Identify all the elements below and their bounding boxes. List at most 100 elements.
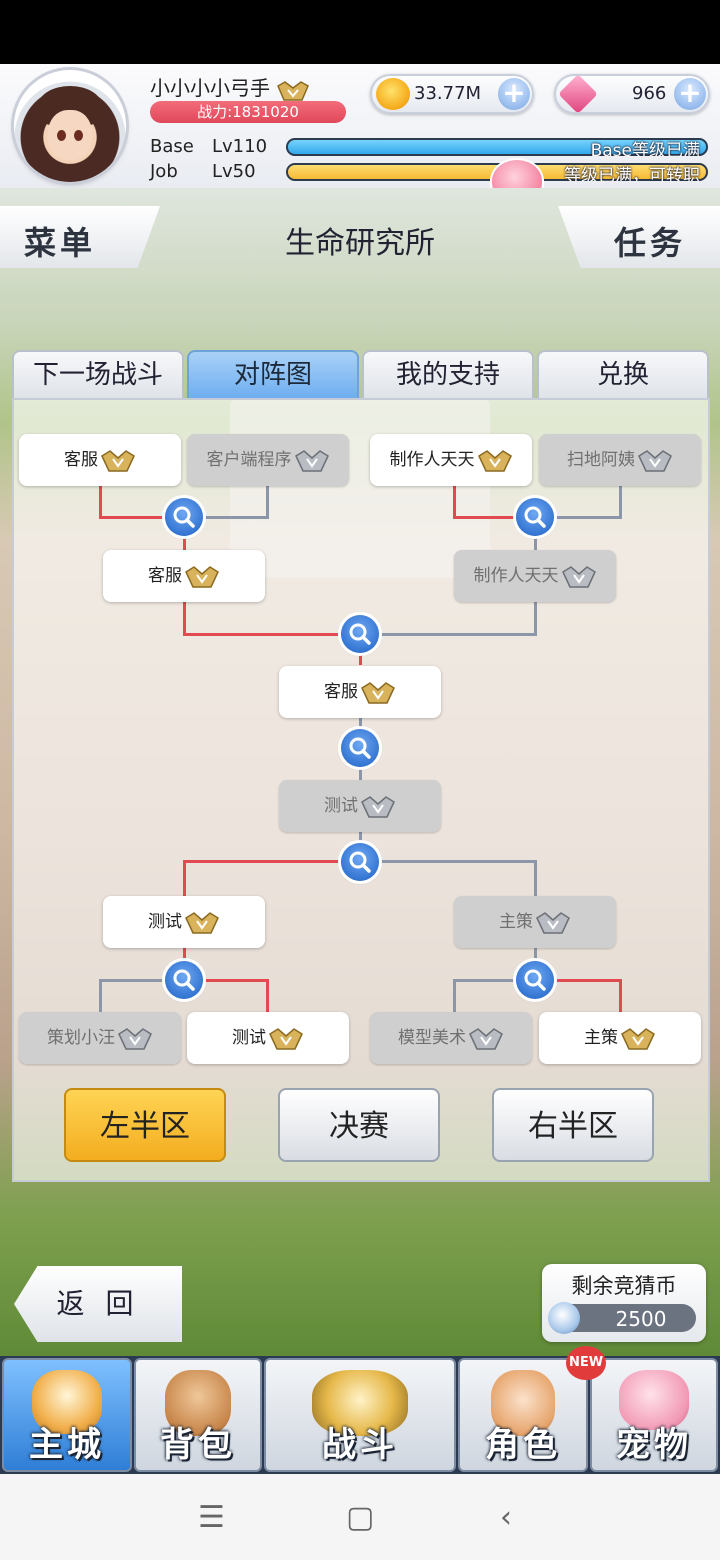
silver-medal-icon bbox=[361, 796, 395, 818]
player-slot-name: 测试 bbox=[148, 912, 182, 932]
gem-value: 966 bbox=[632, 83, 667, 104]
add-gem-button[interactable]: + bbox=[674, 78, 706, 110]
gold-medal-icon bbox=[185, 566, 219, 588]
status-bar bbox=[0, 0, 720, 64]
view-match-button[interactable] bbox=[341, 729, 379, 767]
bracket-player-slot[interactable]: 客服 bbox=[103, 550, 265, 602]
player-slot-name: 模型美术 bbox=[398, 1028, 466, 1048]
view-match-button[interactable] bbox=[341, 615, 379, 653]
job-status: 等级已满，可转职 bbox=[564, 166, 700, 181]
nav-label: 战斗 bbox=[322, 1425, 398, 1465]
base-status: Base等级已满 bbox=[590, 141, 700, 156]
player-slot-name: 制作人天天 bbox=[473, 566, 559, 586]
guess-coins-value: 2500 bbox=[615, 1307, 667, 1331]
silver-medal-icon bbox=[294, 450, 329, 472]
player-slot-name: 主策 bbox=[499, 912, 533, 932]
recent-apps-icon[interactable]: ☰ bbox=[198, 1500, 225, 1535]
bracket-player-slot[interactable]: 客服 bbox=[19, 434, 181, 486]
right-half-button[interactable]: 右半区 bbox=[492, 1088, 654, 1162]
player-slot-name: 客服 bbox=[64, 450, 98, 470]
player-slot-name: 测试 bbox=[232, 1028, 266, 1048]
nav-pet[interactable]: 宠物 bbox=[590, 1358, 718, 1472]
bracket-player-slot[interactable]: 测试 bbox=[187, 1012, 349, 1064]
magnifier-icon bbox=[524, 969, 546, 991]
bracket-player-slot[interactable]: 制作人天天 bbox=[454, 550, 616, 602]
magnifier-icon bbox=[349, 737, 371, 759]
bracket-player-slot[interactable]: 测试 bbox=[279, 780, 441, 832]
menu-label: 菜单 bbox=[24, 224, 97, 262]
menu-button[interactable]: 菜单 bbox=[0, 206, 160, 268]
magnifier-icon bbox=[349, 851, 371, 873]
tab-bracket[interactable]: 对阵图 bbox=[187, 350, 359, 398]
view-match-button[interactable] bbox=[516, 961, 554, 999]
magnifier-icon bbox=[173, 969, 195, 991]
bracket-player-slot[interactable]: 客服 bbox=[279, 666, 441, 718]
gold-value: 33.77M bbox=[414, 83, 482, 104]
silver-medal-icon bbox=[469, 1028, 503, 1050]
nav-backpack[interactable]: 背包 bbox=[134, 1358, 262, 1472]
tab-exchange[interactable]: 兑换 bbox=[537, 350, 709, 398]
magnifier-icon bbox=[524, 506, 546, 528]
nav-label: 主城 bbox=[29, 1425, 105, 1465]
player-name: 小小小小弓手 bbox=[150, 72, 310, 102]
nav-label: 背包 bbox=[160, 1425, 236, 1465]
silver-medal-icon bbox=[118, 1028, 152, 1050]
back-button[interactable]: 返 回 bbox=[14, 1266, 182, 1342]
combat-power: 战力:1831020 bbox=[150, 101, 346, 123]
home-icon[interactable]: ▢ bbox=[346, 1500, 374, 1535]
player-slot-name: 客服 bbox=[148, 566, 182, 586]
player-slot-name: 主策 bbox=[584, 1028, 618, 1048]
bracket-player-slot[interactable]: 主策 bbox=[539, 1012, 701, 1064]
player-avatar[interactable] bbox=[14, 70, 126, 182]
new-badge: NEW bbox=[566, 1346, 606, 1380]
gem-icon bbox=[558, 74, 598, 114]
base-level: Lv110 bbox=[212, 136, 268, 157]
tab-next-battle[interactable]: 下一场战斗 bbox=[12, 350, 184, 398]
gold-medal-icon bbox=[101, 450, 135, 472]
bracket-player-slot[interactable]: 策划小汪 bbox=[19, 1012, 181, 1064]
nav-character[interactable]: 角色 bbox=[458, 1358, 588, 1472]
player-slot-name: 测试 bbox=[324, 796, 358, 816]
base-label: Base bbox=[150, 136, 194, 157]
base-exp-bar: Base等级已满 bbox=[286, 138, 708, 156]
tab-bar: 下一场战斗 对阵图 我的支持 兑换 bbox=[12, 350, 710, 398]
silver-medal-icon bbox=[536, 912, 570, 934]
bracket-player-slot[interactable]: 测试 bbox=[103, 896, 265, 948]
gold-medal-icon bbox=[477, 450, 512, 472]
view-match-button[interactable] bbox=[165, 961, 203, 999]
nav-main-city[interactable]: 主城 bbox=[2, 1358, 132, 1472]
bracket-player-slot[interactable]: 客户端程序 bbox=[187, 434, 349, 486]
view-match-button[interactable] bbox=[165, 498, 203, 536]
bracket-player-slot[interactable]: 制作人天天 bbox=[370, 434, 532, 486]
guess-coins-label: 剩余竞猜币 bbox=[571, 1274, 677, 1298]
bracket-player-slot[interactable]: 扫地阿姨 bbox=[539, 434, 701, 486]
gold-medal-icon bbox=[361, 682, 395, 704]
left-half-button[interactable]: 左半区 bbox=[64, 1088, 226, 1162]
tab-my-support[interactable]: 我的支持 bbox=[362, 350, 534, 398]
view-match-button[interactable] bbox=[341, 843, 379, 881]
gold-currency: 33.77M + bbox=[370, 74, 534, 114]
task-button[interactable]: 任务 bbox=[558, 206, 720, 268]
guess-coin-icon bbox=[548, 1302, 580, 1334]
bracket-player-slot[interactable]: 主策 bbox=[454, 896, 616, 948]
nav-battle[interactable]: 战斗 bbox=[264, 1358, 456, 1472]
back-icon[interactable]: ‹ bbox=[500, 1500, 512, 1535]
player-slot-name: 客服 bbox=[324, 682, 358, 702]
guess-coins-panel: 剩余竞猜币 2500 bbox=[542, 1264, 706, 1342]
rank-badge-icon bbox=[277, 80, 310, 101]
gem-currency: 966 + bbox=[554, 74, 710, 114]
bracket-player-slot[interactable]: 模型美术 bbox=[370, 1012, 532, 1064]
page-title: 生命研究所 bbox=[285, 226, 435, 261]
nav-label: 宠物 bbox=[616, 1425, 692, 1465]
gold-coin-icon bbox=[376, 78, 410, 110]
view-match-button[interactable] bbox=[516, 498, 554, 536]
magnifier-icon bbox=[173, 506, 195, 528]
silver-medal-icon bbox=[638, 450, 672, 472]
task-label: 任务 bbox=[614, 224, 687, 262]
silver-medal-icon bbox=[561, 566, 596, 588]
final-button[interactable]: 决赛 bbox=[278, 1088, 440, 1162]
player-slot-name: 制作人天天 bbox=[389, 450, 475, 470]
player-slot-name: 策划小汪 bbox=[47, 1028, 115, 1048]
add-gold-button[interactable]: + bbox=[498, 78, 530, 110]
gold-medal-icon bbox=[621, 1028, 655, 1050]
